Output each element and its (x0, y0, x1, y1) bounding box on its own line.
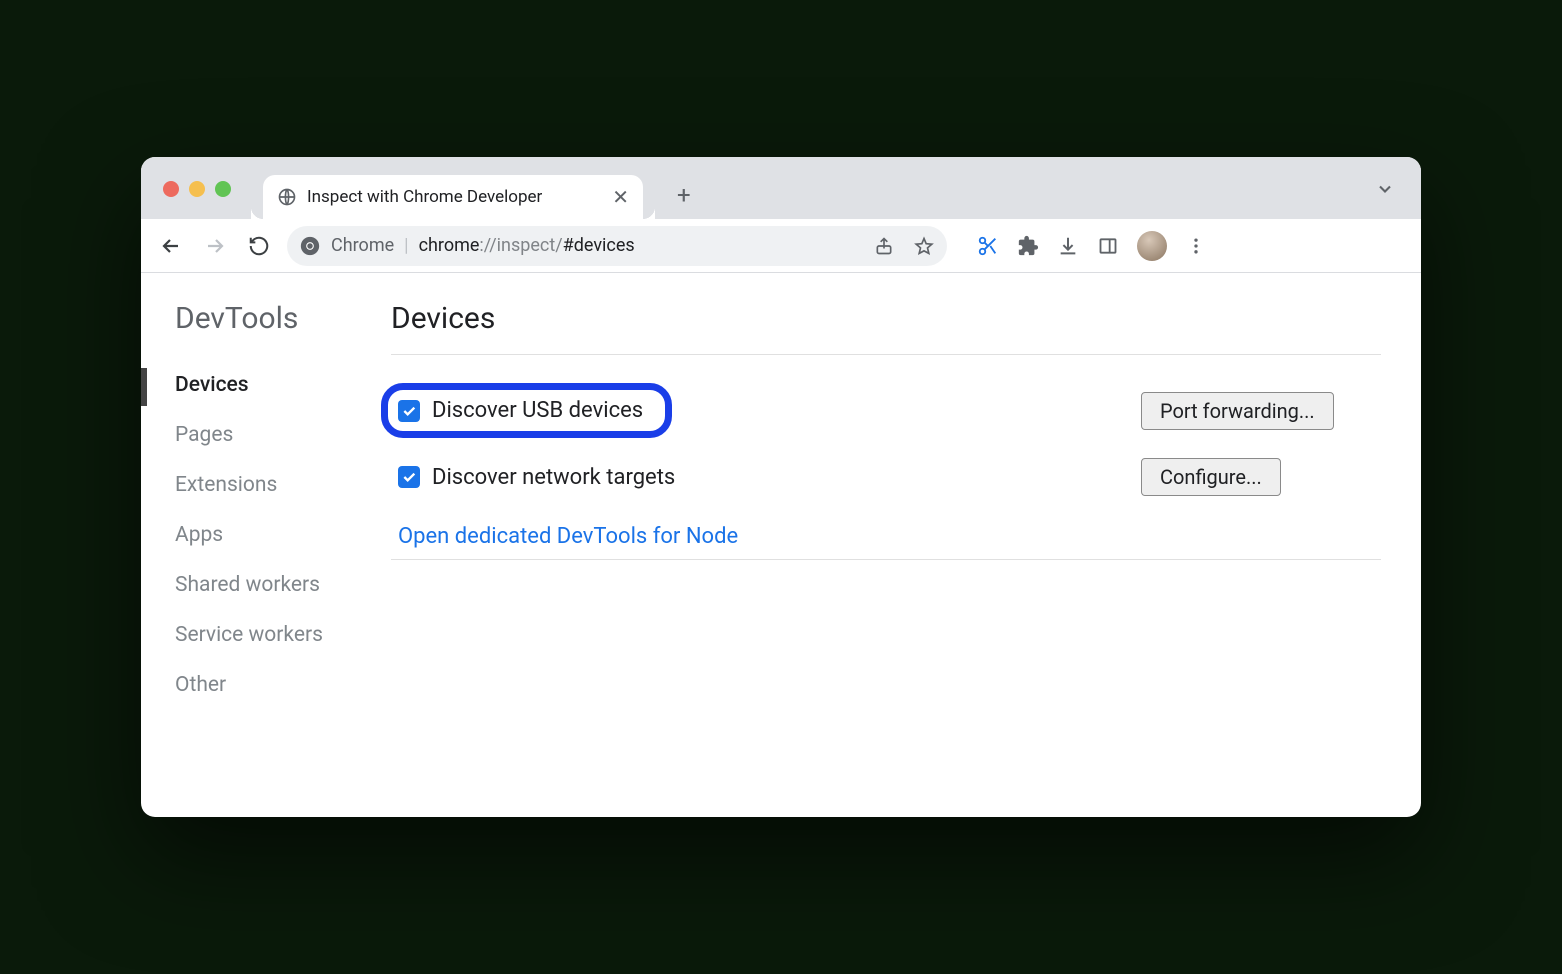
star-icon[interactable] (909, 231, 939, 261)
address-bar[interactable]: Chrome | chrome://inspect/#devices (287, 226, 947, 266)
divider (391, 559, 1381, 560)
main-panel: Devices Discover USB devices Port forwar… (391, 273, 1421, 817)
browser-window: Inspect with Chrome Developer ✕ + Chrome… (141, 157, 1421, 817)
downloads-icon[interactable] (1057, 235, 1079, 257)
tab-title: Inspect with Chrome Developer (307, 187, 602, 207)
sidebar-item-service-workers[interactable]: Service workers (175, 610, 391, 660)
chrome-icon (299, 235, 321, 257)
new-tab-button[interactable]: + (677, 183, 691, 207)
omnibox-separator: | (404, 235, 408, 256)
panel-icon[interactable] (1097, 235, 1119, 257)
discover-usb-label: Discover USB devices (432, 398, 643, 423)
sidebar-item-pages[interactable]: Pages (175, 410, 391, 460)
scissors-icon[interactable] (977, 235, 999, 257)
sidebar-item-apps[interactable]: Apps (175, 510, 391, 560)
discover-usb-highlight: Discover USB devices (381, 383, 672, 438)
reload-button[interactable] (243, 230, 275, 262)
page-content: DevTools Devices Pages Extensions Apps S… (141, 273, 1421, 817)
close-window-button[interactable] (163, 181, 179, 197)
titlebar: Inspect with Chrome Developer ✕ + (141, 157, 1421, 219)
sidebar-item-other[interactable]: Other (175, 660, 391, 710)
extensions-icon[interactable] (1017, 235, 1039, 257)
active-marker (141, 368, 147, 406)
sidebar: DevTools Devices Pages Extensions Apps S… (141, 273, 391, 817)
sidebar-item-extensions[interactable]: Extensions (175, 460, 391, 510)
toolbar-actions (977, 231, 1207, 261)
configure-button[interactable]: Configure... (1141, 458, 1281, 496)
discover-network-row: Discover network targets Configure... (391, 448, 1381, 506)
kebab-menu-icon[interactable] (1185, 235, 1207, 257)
browser-tab[interactable]: Inspect with Chrome Developer ✕ (263, 175, 643, 219)
omnibox-url: chrome://inspect/#devices (419, 235, 859, 256)
minimize-window-button[interactable] (189, 181, 205, 197)
window-controls (163, 181, 231, 197)
maximize-window-button[interactable] (215, 181, 231, 197)
open-node-devtools-link[interactable]: Open dedicated DevTools for Node (398, 524, 738, 549)
sidebar-item-shared-workers[interactable]: Shared workers (175, 560, 391, 610)
discover-usb-row: Discover USB devices Port forwarding... (391, 373, 1381, 448)
discover-network-checkbox[interactable] (398, 466, 420, 488)
sidebar-item-devices[interactable]: Devices (175, 360, 391, 410)
back-button[interactable] (155, 230, 187, 262)
omnibox-label: Chrome (331, 235, 394, 256)
globe-icon (277, 187, 297, 207)
sidebar-nav: Devices Pages Extensions Apps Shared wor… (175, 360, 391, 710)
divider (391, 354, 1381, 355)
close-tab-button[interactable]: ✕ (612, 187, 629, 207)
forward-button[interactable] (199, 230, 231, 262)
discover-network-label: Discover network targets (432, 465, 675, 490)
sidebar-title: DevTools (175, 301, 391, 336)
node-link-row: Open dedicated DevTools for Node (391, 506, 1381, 559)
profile-avatar[interactable] (1137, 231, 1167, 261)
discover-usb-checkbox[interactable] (398, 400, 420, 422)
tabs-dropdown-button[interactable] (1375, 179, 1395, 203)
toolbar: Chrome | chrome://inspect/#devices (141, 219, 1421, 273)
main-title: Devices (391, 301, 1381, 336)
share-icon[interactable] (869, 231, 899, 261)
port-forwarding-button[interactable]: Port forwarding... (1141, 392, 1334, 430)
